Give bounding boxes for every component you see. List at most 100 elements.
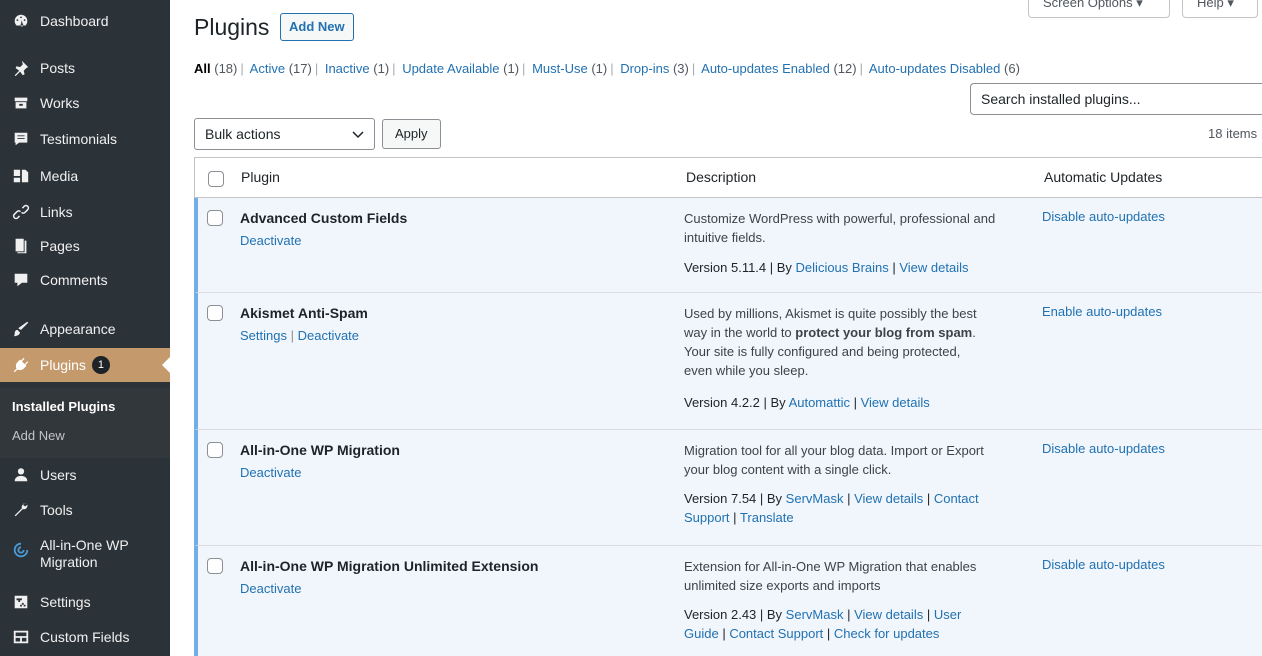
author-link[interactable]: Automattic <box>789 395 850 410</box>
menu-comments[interactable]: Comments <box>0 263 170 297</box>
menu-posts[interactable]: Posts <box>0 51 170 85</box>
filter-count: (1) <box>503 61 520 76</box>
menu-appearance[interactable]: Appearance <box>0 312 170 346</box>
testimonial-icon <box>12 130 30 148</box>
settings-link[interactable]: Settings <box>240 328 287 343</box>
comment-icon <box>12 271 30 289</box>
filter-all[interactable]: All (18) <box>194 61 237 76</box>
contact-support-link[interactable]: Support <box>684 510 730 525</box>
menu-plugins[interactable]: Plugins 1 <box>0 348 170 382</box>
add-new-plugin-button[interactable]: Add New <box>280 13 354 41</box>
admin-sidebar: Dashboard Posts Works Testimonials Media… <box>0 0 170 656</box>
menu-media[interactable]: Media <box>0 159 170 193</box>
fields-icon <box>12 628 30 646</box>
menu-label: Custom Fields <box>40 628 130 645</box>
filter-inactive[interactable]: Inactive (1) <box>325 61 389 76</box>
auto-update-toggle-link[interactable]: Enable auto-updates <box>1042 304 1162 319</box>
description-text: . <box>972 325 976 340</box>
translate-link[interactable]: Translate <box>740 510 794 525</box>
current-menu-arrow <box>162 357 170 373</box>
deactivate-link[interactable]: Deactivate <box>240 581 301 596</box>
contact-support-link[interactable]: Contact <box>934 491 979 506</box>
table-row: All-in-One WP Migration Deactivate Migra… <box>194 430 1262 546</box>
check-for-updates-link[interactable]: Check for updates <box>834 626 940 641</box>
deactivate-link[interactable]: Deactivate <box>240 233 301 248</box>
table-row: Advanced Custom Fields Deactivate Custom… <box>194 198 1262 293</box>
menu-works[interactable]: Works <box>0 86 170 120</box>
description-line: intuitive fields. <box>684 230 766 245</box>
deactivate-link[interactable]: Deactivate <box>298 328 359 343</box>
search-plugins-input[interactable] <box>970 83 1262 115</box>
filter-auto-updates-enabled[interactable]: Auto-updates Enabled (12) <box>701 61 856 76</box>
menu-tools[interactable]: Tools <box>0 493 170 527</box>
version-text: Version 4.2.2 | By <box>684 395 789 410</box>
bulk-actions-select[interactable]: Bulk actions <box>194 118 375 150</box>
description-line: unlimited size exports and imports <box>684 578 881 593</box>
filter-label: All <box>194 61 211 76</box>
table-row: All-in-One WP Migration Unlimited Extens… <box>194 546 1262 656</box>
filter-update-available[interactable]: Update Available (1) <box>402 61 519 76</box>
media-icon <box>12 167 30 185</box>
submenu-add-new[interactable]: Add New <box>12 428 65 443</box>
chevron-down-icon <box>352 126 364 142</box>
deactivate-link[interactable]: Deactivate <box>240 465 301 480</box>
submenu-installed-plugins[interactable]: Installed Plugins <box>12 399 115 414</box>
plugin-meta: Version 4.2.2 | By Automattic | View det… <box>684 395 930 410</box>
menu-label: Appearance <box>40 320 116 337</box>
select-all-checkbox[interactable] <box>208 171 224 187</box>
filter-must-use[interactable]: Must-Use (1) <box>532 61 607 76</box>
plugin-status-filters: All (18) | Active (17) | Inactive (1) | Upd… <box>194 61 1020 76</box>
menu-users[interactable]: Users <box>0 458 170 492</box>
view-details-link[interactable]: View details <box>861 395 930 410</box>
user-guide-link[interactable]: Guide <box>684 626 719 641</box>
filter-drop-ins[interactable]: Drop-ins (3) <box>620 61 689 76</box>
author-link[interactable]: ServMask <box>786 491 844 506</box>
row-checkbox[interactable] <box>207 442 223 458</box>
view-details-link[interactable]: View details <box>854 491 923 506</box>
plugins-submenu: Installed Plugins Add New <box>0 388 170 458</box>
filter-count: (18) <box>214 61 238 76</box>
menu-label: Media <box>40 167 79 184</box>
description-line: your blog content with a single click. <box>684 462 892 477</box>
row-checkbox[interactable] <box>207 305 223 321</box>
auto-update-toggle-link[interactable]: Disable auto-updates <box>1042 209 1165 224</box>
filter-count: (3) <box>672 61 689 76</box>
description-line: even while you sleep. <box>684 363 809 378</box>
row-actions: Settings | Deactivate <box>240 328 360 343</box>
menu-label: Pages <box>40 237 80 254</box>
filter-active[interactable]: Active (17) <box>250 61 312 76</box>
menu-custom-fields[interactable]: Custom Fields <box>0 620 170 654</box>
menu-dashboard[interactable]: Dashboard <box>0 4 170 38</box>
row-checkbox[interactable] <box>207 558 223 574</box>
plugin-description: Customize WordPress with powerful, profe… <box>684 209 1034 247</box>
auto-update-toggle-link[interactable]: Disable auto-updates <box>1042 441 1165 456</box>
column-header-plugin: Plugin <box>241 169 280 185</box>
main-content: Screen Options ▾ Help ▾ Plugins Add New … <box>170 0 1262 656</box>
menu-settings[interactable]: Settings <box>0 585 170 619</box>
contact-support-link[interactable]: Contact Support <box>729 626 823 641</box>
user-guide-link[interactable]: User <box>934 607 961 622</box>
filter-label: Auto-updates Enabled <box>701 61 830 76</box>
menu-links[interactable]: Links <box>0 195 170 229</box>
row-checkbox[interactable] <box>207 210 223 226</box>
column-header-description: Description <box>686 169 757 185</box>
help-button[interactable]: Help ▾ <box>1182 0 1258 18</box>
screen-options-button[interactable]: Screen Options ▾ <box>1028 0 1170 18</box>
page-title: Plugins <box>194 14 270 40</box>
menu-testimonials[interactable]: Testimonials <box>0 122 170 156</box>
view-details-link[interactable]: View details <box>899 260 968 275</box>
apply-button[interactable]: Apply <box>382 119 441 149</box>
auto-update-toggle-link[interactable]: Disable auto-updates <box>1042 557 1165 572</box>
menu-all-in-one-wp-migration[interactable]: All-in-One WP Migration <box>0 537 170 577</box>
filter-auto-updates-disabled[interactable]: Auto-updates Disabled (6) <box>869 61 1020 76</box>
description-line: way in the world to protect your blog fr… <box>684 323 1034 342</box>
menu-pages[interactable]: Pages <box>0 229 170 263</box>
author-link[interactable]: Delicious Brains <box>796 260 889 275</box>
brush-icon <box>12 320 30 338</box>
author-link[interactable]: ServMask <box>786 607 844 622</box>
menu-label: Users <box>40 466 77 483</box>
plugin-description: Used by millions, Akismet is quite possi… <box>684 304 1034 380</box>
column-header-automatic-updates: Automatic Updates <box>1044 169 1163 185</box>
menu-label: Posts <box>40 59 76 76</box>
view-details-link[interactable]: View details <box>854 607 923 622</box>
